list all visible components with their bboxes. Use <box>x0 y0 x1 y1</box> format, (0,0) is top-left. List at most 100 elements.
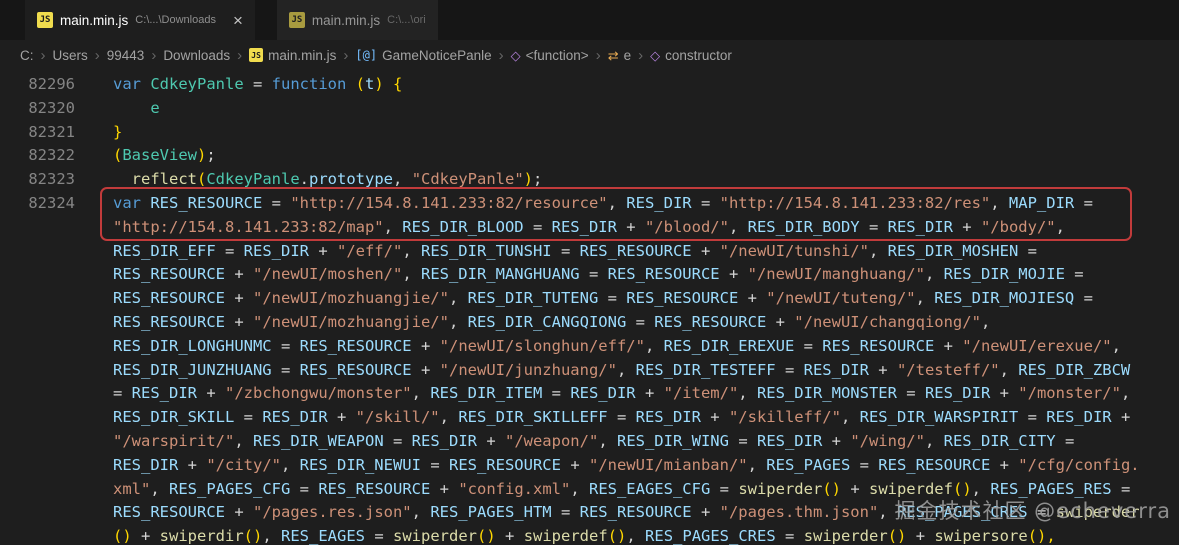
line-number <box>0 240 75 264</box>
code-editor: 82296 var CdkeyPanle = function (t) {8232… <box>0 70 1179 545</box>
line-number <box>0 216 75 240</box>
code-line: xml", RES_PAGES_CFG = RES_RESOURCE + "co… <box>0 478 1179 502</box>
line-number <box>0 501 75 525</box>
tab-filepath: C:\...\Downloads <box>135 14 216 26</box>
breadcrumb-label: main.min.js <box>268 47 337 63</box>
breadcrumb-separator-icon: › <box>94 46 100 64</box>
breadcrumb-label: C: <box>20 47 34 63</box>
breadcrumb-item-gamenoticepanle[interactable]: [@] GameNoticePanle <box>355 48 491 63</box>
code-text[interactable]: RES_DIR_EFF = RES_DIR + "/eff/", RES_DIR… <box>75 240 1037 264</box>
code-text[interactable]: xml", RES_PAGES_CFG = RES_RESOURCE + "co… <box>75 478 1130 502</box>
line-number[interactable]: 82296 <box>0 73 75 97</box>
close-tab-icon[interactable]: × <box>233 12 243 29</box>
code-text[interactable]: RES_DIR + "/city/", RES_DIR_NEWUI = RES_… <box>75 454 1140 478</box>
line-number[interactable]: 82322 <box>0 144 75 168</box>
tab-main-min-js-downloads[interactable]: JS main.min.js C:\...\Downloads × <box>25 0 255 40</box>
line-number[interactable]: 82321 <box>0 121 75 145</box>
code-line: 82324 var RES_RESOURCE = "http://154.8.14… <box>0 192 1179 216</box>
breadcrumb: C: › Users › 99443 › Downloads › JS main.min.js › [… <box>0 40 1179 70</box>
class-icon: [@] <box>355 48 378 62</box>
tab-bar-empty-space <box>437 0 1179 40</box>
code-text[interactable]: } <box>75 121 122 145</box>
code-text[interactable]: (BaseView); <box>75 144 216 168</box>
breadcrumb-label: Downloads <box>163 47 231 63</box>
code-text[interactable]: var CdkeyPanle = function (t) { <box>75 73 402 97</box>
code-line: RES_DIR_SKILL = RES_DIR + "/skill/", RES… <box>0 406 1179 430</box>
line-number <box>0 382 75 406</box>
tab-bar: JS main.min.js C:\...\Downloads × JS mai… <box>0 0 1179 40</box>
js-icon: JS <box>249 48 264 62</box>
code-line: RES_RESOURCE + "/newUI/moshen/", RES_DIR… <box>0 263 1179 287</box>
code-text[interactable]: e <box>75 97 159 121</box>
breadcrumb-item-main-min-js[interactable]: JS main.min.js <box>249 48 336 63</box>
javascript-file-icon: JS <box>37 12 53 28</box>
code-text[interactable]: "/warspirit/", RES_DIR_WEAPON = RES_DIR … <box>75 430 1074 454</box>
code-text[interactable]: = RES_DIR + "/zbchongwu/monster", RES_DI… <box>75 382 1130 406</box>
code-line: 82320 e <box>0 97 1179 121</box>
symbol-icon: ⇄ <box>607 47 619 63</box>
code-line: 82322 (BaseView); <box>0 144 1179 168</box>
code-line: () + swiperdir(), RES_EAGES = swiperder(… <box>0 525 1179 545</box>
line-number[interactable]: 82324 <box>0 192 75 216</box>
code-text[interactable]: () + swiperdir(), RES_EAGES = swiperder(… <box>75 525 1056 545</box>
breadcrumb-item-function[interactable]: ◇ <function> <box>511 48 589 63</box>
code-line: "http://154.8.141.233:82/map", RES_DIR_B… <box>0 216 1179 240</box>
code-text[interactable]: RES_DIR_LONGHUNMC = RES_RESOURCE + "/new… <box>75 335 1121 359</box>
breadcrumb-separator-icon: › <box>498 46 504 64</box>
breadcrumb-item-downloads[interactable]: Downloads <box>163 48 230 63</box>
breadcrumb-separator-icon: › <box>40 46 46 64</box>
cube-icon: ◇ <box>510 47 521 63</box>
vscode-window: JS main.min.js C:\...\Downloads × JS mai… <box>0 0 1179 545</box>
code-text[interactable]: var RES_RESOURCE = "http://154.8.141.233… <box>75 192 1093 216</box>
code-text[interactable]: RES_RESOURCE + "/newUI/moshen/", RES_DIR… <box>75 263 1084 287</box>
line-number <box>0 525 75 545</box>
code-line: 82323 __reflect(CdkeyPanle.prototype, "Cd… <box>0 168 1179 192</box>
tab-bar-lead-space <box>0 0 25 40</box>
code-text[interactable]: RES_RESOURCE + "/newUI/mozhuangjie/", RE… <box>75 311 990 335</box>
javascript-file-icon: JS <box>288 12 305 28</box>
code-line: RES_DIR_LONGHUNMC = RES_RESOURCE + "/new… <box>0 335 1179 359</box>
line-number <box>0 263 75 287</box>
breadcrumb-item-constructor[interactable]: ◇ constructor <box>650 48 732 63</box>
code-text[interactable]: __reflect(CdkeyPanle.prototype, "CdkeyPa… <box>75 168 542 192</box>
code-line: 82296 var CdkeyPanle = function (t) { <box>0 73 1179 97</box>
tab-filename: main.min.js <box>311 12 381 28</box>
code-line: RES_DIR_EFF = RES_DIR + "/eff/", RES_DIR… <box>0 240 1179 264</box>
breadcrumb-label: Users <box>52 47 88 63</box>
breadcrumb-label: e <box>623 47 632 63</box>
code-text[interactable]: "http://154.8.141.233:82/map", RES_DIR_B… <box>75 216 1065 240</box>
line-number <box>0 406 75 430</box>
code-line: RES_RESOURCE + "/newUI/mozhuangjie/", RE… <box>0 311 1179 335</box>
breadcrumb-label: <function> <box>525 47 589 63</box>
cube-icon: ◇ <box>650 47 661 63</box>
breadcrumb-item-c[interactable]: C: <box>20 48 34 63</box>
code-text[interactable]: RES_DIR_SKILL = RES_DIR + "/skill/", RES… <box>75 406 1130 430</box>
line-number <box>0 430 75 454</box>
line-number <box>0 287 75 311</box>
code-line: "/warspirit/", RES_DIR_WEAPON = RES_DIR … <box>0 430 1179 454</box>
tab-group-divider <box>254 0 277 40</box>
line-number <box>0 359 75 383</box>
tab-filename: main.min.js <box>60 12 129 28</box>
code-text[interactable]: RES_DIR_JUNZHUANG = RES_RESOURCE + "/new… <box>75 359 1130 383</box>
code-line: = RES_DIR + "/zbchongwu/monster", RES_DI… <box>0 382 1179 406</box>
breadcrumb-separator-icon: › <box>237 46 243 64</box>
line-number <box>0 335 75 359</box>
code-line: RES_DIR + "/city/", RES_DIR_NEWUI = RES_… <box>0 454 1179 478</box>
breadcrumb-separator-icon: › <box>151 46 157 64</box>
breadcrumb-label: GameNoticePanle <box>382 47 492 63</box>
line-number <box>0 454 75 478</box>
code-text[interactable]: RES_RESOURCE + "/pages.res.json", RES_PA… <box>75 501 1140 525</box>
line-number <box>0 311 75 335</box>
tab-filepath: C:\...\ori <box>387 14 426 26</box>
code-text[interactable]: RES_RESOURCE + "/newUI/mozhuangjie/", RE… <box>75 287 1093 311</box>
code-lines: 82296 var CdkeyPanle = function (t) {8232… <box>0 73 1179 545</box>
breadcrumb-separator-icon: › <box>638 46 644 64</box>
line-number[interactable]: 82323 <box>0 168 75 192</box>
breadcrumb-item-users[interactable]: Users <box>53 48 88 63</box>
breadcrumb-item-99443[interactable]: 99443 <box>107 48 145 63</box>
line-number[interactable]: 82320 <box>0 97 75 121</box>
breadcrumb-item-e[interactable]: ⇄ e <box>608 48 631 63</box>
breadcrumb-separator-icon: › <box>343 46 349 64</box>
tab-main-min-js-ori[interactable]: JS main.min.js C:\...\ori <box>276 0 438 40</box>
